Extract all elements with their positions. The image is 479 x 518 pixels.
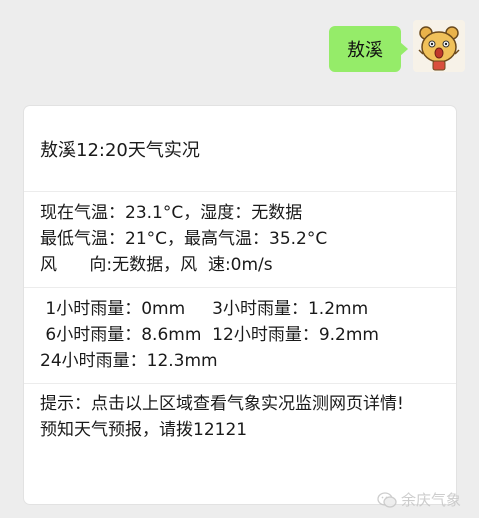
outgoing-message-bubble[interactable]: 敖溪 (329, 26, 408, 72)
outgoing-message-text: 敖溪 (347, 40, 383, 61)
watermark-text: 余庆气象 (400, 491, 461, 509)
current-weather-section[interactable]: 现在气温：23.1°C，湿度：无数据 最低气温：21°C，最高气温：35.2°C… (24, 192, 456, 288)
user-avatar[interactable] (413, 20, 465, 72)
tip-section[interactable]: 提示：点击以上区域查看气象实况监测网页详情! 预知天气预报，请拨12121 (24, 384, 456, 443)
rainfall-line-6h-12h: 6小时雨量：8.6mm 12小时雨量：9.2mm (40, 325, 379, 345)
bear-avatar-icon (413, 20, 465, 72)
weather-report-card[interactable]: 敖溪12:20天气实况 现在气温：23.1°C，湿度：无数据 最低气温：21°C… (24, 106, 456, 504)
min-max-temperature-line: 最低气温：21°C，最高气温：35.2°C (40, 229, 328, 249)
rainfall-line-1h-3h: 1小时雨量：0mm 3小时雨量：1.2mm (40, 299, 369, 319)
rainfall-line-24h: 24小时雨量：12.3mm (40, 351, 218, 371)
card-title-section[interactable]: 敖溪12:20天气实况 (24, 106, 456, 192)
watermark: 余庆气象 (377, 489, 461, 510)
wind-line: 风 向:无数据，风 速:0m/s (40, 255, 273, 275)
wechat-logo-icon (377, 491, 397, 508)
card-title: 敖溪12:20天气实况 (40, 139, 200, 161)
outgoing-message-row: 敖溪 (329, 20, 465, 72)
rainfall-section[interactable]: 1小时雨量：0mm 3小时雨量：1.2mm 6小时雨量：8.6mm 12小时雨量… (24, 288, 456, 384)
temperature-humidity-line: 现在气温：23.1°C，湿度：无数据 (40, 203, 303, 223)
tip-forecast-hotline: 预知天气预报，请拨12121 (40, 420, 248, 440)
tip-click-text: 提示：点击以上区域查看气象实况监测网页详情! (40, 394, 404, 414)
